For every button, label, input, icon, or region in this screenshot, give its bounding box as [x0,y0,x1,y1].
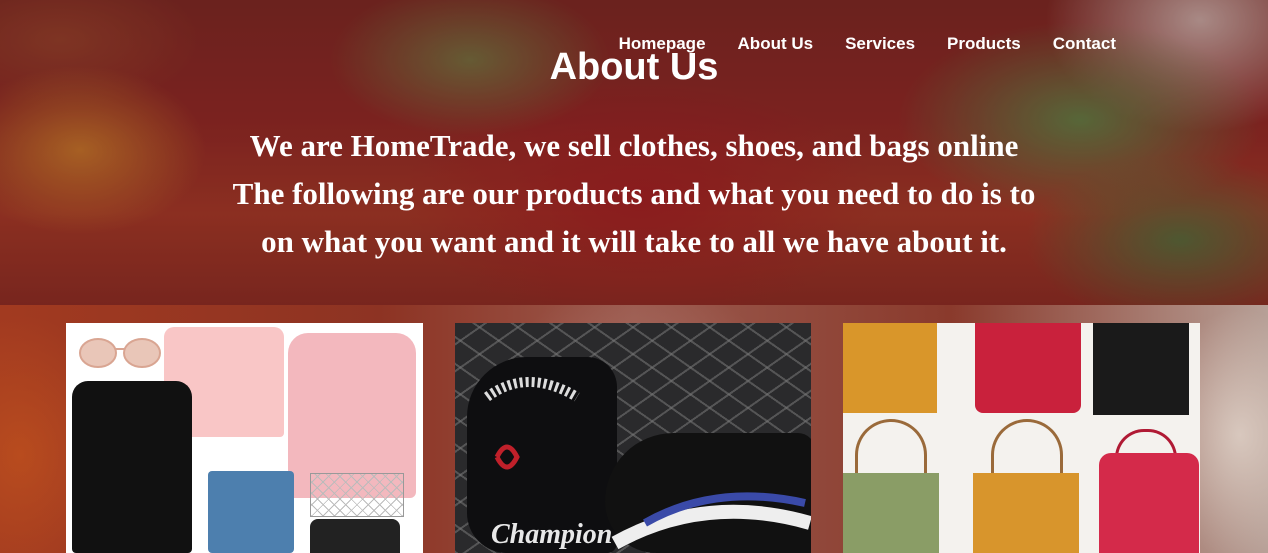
sunglasses-image [79,338,161,368]
product-card-clothes[interactable] [66,323,423,553]
nav-homepage[interactable]: Homepage [603,34,722,54]
black-tote-image [1093,323,1189,415]
nav-products[interactable]: Products [931,34,1037,54]
mesh-top-image [310,473,404,517]
nav-contact[interactable]: Contact [1037,34,1132,54]
intro-line-1: We are HomeTrade, we sell clothes, shoes… [249,128,1019,163]
mustard-tote-image [843,323,937,413]
sneaker-sole-icon [611,492,811,550]
brand-label: Champion [491,519,613,550]
intro-text: We are HomeTrade, we sell clothes, shoes… [0,122,1268,266]
mustard-tote-image-2 [973,473,1079,553]
nav-services[interactable]: Services [829,34,931,54]
red-backpack-image-2 [1099,453,1199,553]
green-tote-image [843,473,939,553]
black-sweater-image [72,381,192,553]
intro-line-3: on what you want and it will take to all… [261,224,1007,259]
product-card-shoes[interactable]: Champion [455,323,811,553]
black-backpack-image [310,519,400,553]
nav-about-us[interactable]: About Us [722,34,830,54]
intro-line-2: The following are our products and what … [232,176,1036,211]
main-navigation: Homepage About Us Services Products Cont… [603,34,1132,54]
sneaker-image-2 [605,433,811,553]
bag-handle-icon [991,419,1063,478]
product-card-bags[interactable] [843,323,1200,553]
red-backpack-image [975,323,1081,413]
bag-handle-icon [855,419,927,478]
jeans-image [208,471,294,553]
